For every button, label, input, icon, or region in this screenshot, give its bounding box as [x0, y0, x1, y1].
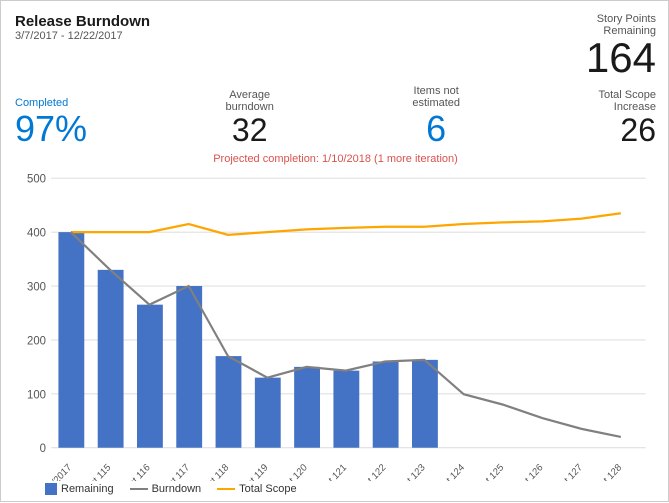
total-scope-icon	[217, 488, 235, 490]
story-points-value: 164	[586, 34, 656, 81]
bar-3	[176, 286, 202, 448]
bar-2	[137, 304, 163, 447]
burndown-label: Burndown	[152, 483, 202, 495]
chart-svg: 500 400 300 200 100 0	[15, 167, 656, 481]
svg-text:0: 0	[40, 440, 47, 455]
total-scope-increase-value: 26	[620, 113, 656, 148]
svg-text:300: 300	[27, 279, 46, 294]
burndown-icon	[130, 488, 148, 490]
bar-8	[373, 361, 399, 447]
legend-burndown: Burndown	[130, 483, 202, 495]
chart-title: Release Burndown	[15, 13, 150, 30]
svg-text:500: 500	[27, 171, 46, 186]
total-scope-increase-stat: Total ScopeIncrease 26	[599, 89, 656, 148]
completed-value: 97%	[15, 109, 87, 149]
main-container: Release Burndown 3/7/2017 - 12/22/2017 S…	[1, 1, 669, 503]
bar-0	[58, 232, 84, 448]
svg-text:200: 200	[27, 333, 46, 348]
svg-text:Sprint 121: Sprint 121	[311, 462, 348, 481]
avg-burndown-stat: Averageburndown 32	[226, 89, 274, 148]
svg-text:Sprint 128: Sprint 128	[587, 462, 624, 481]
completed-stat: Completed 97%	[15, 97, 87, 149]
legend-total-scope: Total Scope	[217, 483, 296, 495]
bar-1	[98, 269, 124, 447]
svg-text:400: 400	[27, 225, 46, 240]
story-points-block: Story PointsRemaining 164	[586, 13, 656, 79]
items-not-estimated-stat: Items notestimated 6	[412, 85, 460, 149]
bar-6	[294, 366, 320, 447]
bar-7	[333, 370, 359, 447]
bar-9	[412, 359, 438, 447]
total-scope-label: Total Scope	[239, 483, 296, 495]
bar-4	[216, 356, 242, 448]
items-not-estimated-value: 6	[426, 109, 446, 149]
date-range: 3/7/2017 - 12/22/2017	[15, 30, 150, 42]
svg-text:Sprint 115: Sprint 115	[76, 462, 113, 481]
projected-completion-label: Projected completion: 1/10/2018 (1 more …	[15, 153, 656, 165]
chart-area: 500 400 300 200 100 0	[15, 167, 656, 481]
legend-remaining: Remaining	[45, 483, 114, 495]
svg-text:Sprint 126: Sprint 126	[508, 462, 545, 481]
avg-burndown-label: Averageburndown	[226, 89, 274, 113]
svg-text:Sprint 125: Sprint 125	[469, 462, 506, 481]
items-not-estimated-label: Items notestimated	[412, 85, 460, 109]
svg-text:Sprint 127: Sprint 127	[547, 462, 584, 481]
svg-text:3/7/2017: 3/7/2017	[41, 462, 74, 481]
legend: Remaining Burndown Total Scope	[15, 483, 656, 495]
header: Release Burndown 3/7/2017 - 12/22/2017 S…	[15, 13, 656, 79]
svg-text:Sprint 117: Sprint 117	[155, 462, 192, 481]
svg-text:Sprint 123: Sprint 123	[390, 462, 427, 481]
bar-5	[255, 377, 281, 447]
title-block: Release Burndown 3/7/2017 - 12/22/2017	[15, 13, 150, 42]
svg-text:Sprint 116: Sprint 116	[116, 462, 153, 481]
remaining-label: Remaining	[61, 483, 114, 495]
svg-text:Sprint 122: Sprint 122	[351, 462, 388, 481]
total-scope-increase-label: Total ScopeIncrease	[599, 89, 656, 113]
svg-text:Sprint 120: Sprint 120	[272, 461, 310, 481]
stats-row: Completed 97% Averageburndown 32 Items n…	[15, 85, 656, 149]
avg-burndown-value: 32	[232, 113, 268, 148]
svg-text:Sprint 119: Sprint 119	[233, 462, 270, 481]
svg-text:Sprint 124: Sprint 124	[429, 461, 467, 481]
svg-text:Sprint 118: Sprint 118	[194, 462, 231, 481]
svg-text:100: 100	[27, 386, 46, 401]
remaining-icon	[45, 483, 57, 495]
